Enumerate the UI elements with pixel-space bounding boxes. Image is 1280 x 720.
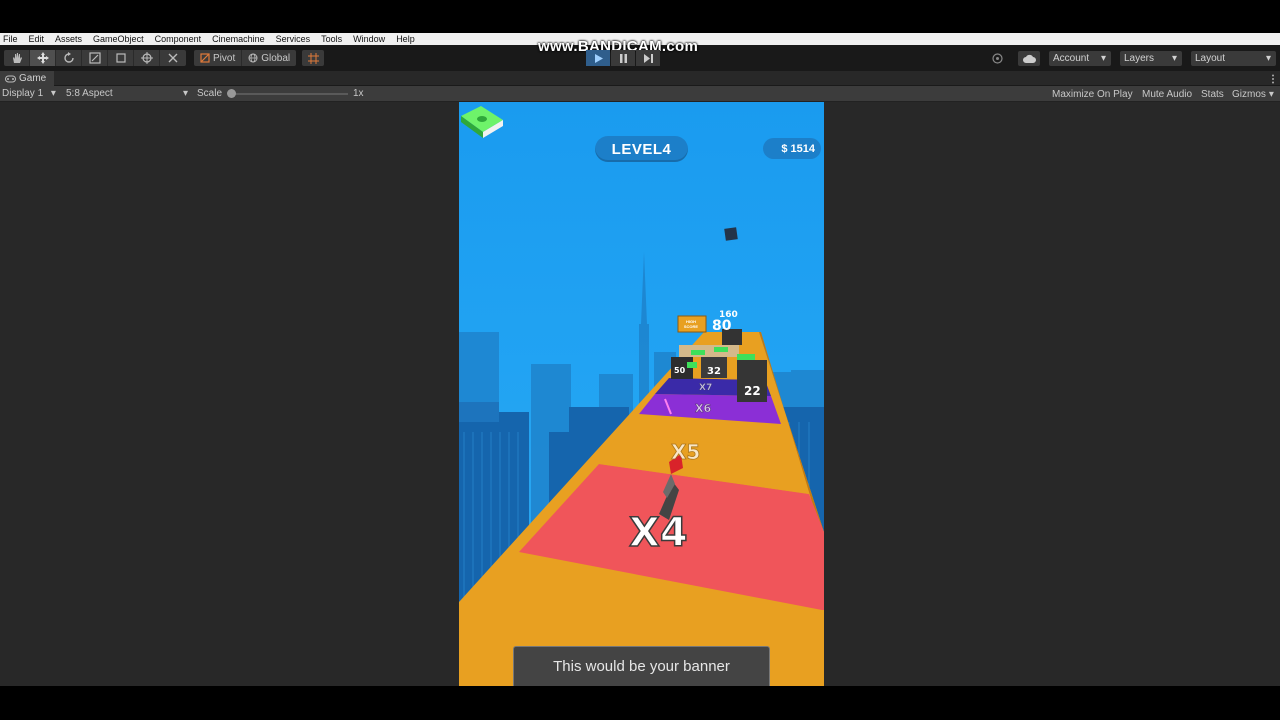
- step-icon: [643, 53, 653, 63]
- cube-value: 80: [712, 318, 732, 334]
- window-tab-bar: Game: [0, 71, 1280, 86]
- money-counter: $ 1514: [763, 138, 821, 159]
- cube-value: 50: [674, 366, 686, 375]
- multiplier-x7: X7: [699, 383, 713, 393]
- rect-tool-button[interactable]: [108, 50, 134, 66]
- collab-icon: [991, 53, 1003, 64]
- transform-tool-button[interactable]: [134, 50, 160, 66]
- chevron-down-icon: ▾: [1268, 88, 1274, 100]
- more-options-icon[interactable]: [1268, 74, 1278, 84]
- menu-edit[interactable]: Edit: [29, 33, 45, 45]
- chevron-down-icon: ▾: [50, 88, 56, 99]
- pause-icon: [619, 53, 627, 63]
- aspect-label: 5:8 Aspect: [66, 88, 113, 99]
- video-letterbox-bottom: [0, 686, 1280, 720]
- move-tool-button[interactable]: [30, 50, 56, 66]
- tab-game-label: Game: [19, 73, 47, 84]
- pause-button[interactable]: [611, 50, 635, 66]
- menu-tools[interactable]: Tools: [321, 33, 342, 45]
- ad-banner[interactable]: This would be your banner: [513, 646, 770, 686]
- game-view[interactable]: LEVEL4 $ 1514 X4 X5 X6 X7 50 32 22 80 16…: [459, 102, 824, 686]
- rect-transform-icon: [115, 53, 126, 63]
- layout-dropdown[interactable]: Layout ▾: [1191, 51, 1276, 66]
- display-dropdown[interactable]: Display 1 ▾: [2, 88, 56, 99]
- transform-tools: [4, 50, 186, 66]
- grid-snap-button[interactable]: [302, 50, 324, 66]
- mute-audio-toggle[interactable]: Mute Audio: [1138, 87, 1196, 101]
- multiplier-x6: X6: [695, 402, 712, 416]
- collab-button[interactable]: [986, 51, 1008, 66]
- multiplier-x5: X5: [671, 440, 701, 465]
- hand-tool-button[interactable]: [4, 50, 30, 66]
- scale-slider-track[interactable]: [232, 93, 348, 95]
- chevron-down-icon: ▾: [1265, 53, 1271, 64]
- account-dropdown[interactable]: Account ▾: [1049, 51, 1111, 66]
- game-view-toolbar: Display 1 ▾ 5:8 Aspect ▾ Scale 1x Maximi…: [0, 86, 1280, 102]
- move-icon: [36, 52, 49, 64]
- scale-label: Scale: [197, 88, 223, 99]
- maximize-on-play-toggle[interactable]: Maximize On Play: [1048, 87, 1137, 101]
- pivot-icon: [200, 53, 210, 63]
- account-label: Account: [1053, 53, 1090, 64]
- gizmos-toggle[interactable]: Gizmos ▾: [1228, 87, 1278, 101]
- layers-label: Layers: [1124, 53, 1155, 64]
- floating-cube: [724, 227, 738, 241]
- play-icon: [594, 53, 603, 63]
- pivot-global-group: Pivot Global: [194, 50, 297, 66]
- display-label: Display 1: [2, 88, 44, 99]
- layout-label: Layout: [1195, 53, 1226, 64]
- playmode-controls: [586, 50, 661, 66]
- custom-tool-button[interactable]: [160, 50, 186, 66]
- pivot-label: Pivot: [213, 52, 236, 64]
- cube-value: 22: [744, 384, 761, 398]
- tab-game[interactable]: Game: [0, 71, 55, 86]
- gizmos-label: Gizmos: [1232, 88, 1266, 100]
- grid-icon: [307, 52, 319, 64]
- global-label: Global: [261, 52, 291, 64]
- transform-icon: [140, 52, 153, 64]
- menu-help[interactable]: Help: [396, 33, 415, 45]
- game-scene: [459, 227, 824, 686]
- pivot-toggle[interactable]: Pivot: [194, 50, 243, 66]
- high-score-sign-label: HIGH SCORE: [683, 319, 699, 329]
- video-letterbox-top: [0, 0, 1280, 33]
- multiplier-x4: X4: [628, 509, 688, 557]
- menu-services[interactable]: Services: [276, 33, 311, 45]
- gamepad-icon: [5, 75, 16, 82]
- menu-file[interactable]: File: [3, 33, 18, 45]
- menu-component[interactable]: Component: [155, 33, 202, 45]
- menu-window[interactable]: Window: [353, 33, 385, 45]
- level-indicator: LEVEL4: [595, 136, 688, 162]
- scale-value: 1x: [353, 88, 364, 99]
- step-button[interactable]: [636, 50, 660, 66]
- aspect-dropdown[interactable]: 5:8 Aspect ▾: [66, 88, 190, 99]
- tools-icon: [168, 53, 178, 63]
- scale-tool-button[interactable]: [82, 50, 108, 66]
- cloud-icon: [1022, 54, 1036, 63]
- chevron-down-icon: ▾: [1171, 53, 1177, 64]
- scale-slider-handle[interactable]: [227, 89, 236, 98]
- cloud-button[interactable]: [1018, 51, 1040, 66]
- stats-toggle[interactable]: Stats: [1197, 87, 1228, 101]
- chevron-down-icon: ▾: [1100, 53, 1106, 64]
- rotate-icon: [63, 52, 74, 63]
- menu-gameobject[interactable]: GameObject: [93, 33, 144, 45]
- globe-icon: [248, 53, 258, 63]
- layers-dropdown[interactable]: Layers ▾: [1120, 51, 1182, 66]
- global-toggle[interactable]: Global: [242, 50, 296, 66]
- menu-cinemachine[interactable]: Cinemachine: [212, 33, 265, 45]
- rotate-tool-button[interactable]: [56, 50, 82, 66]
- chevron-down-icon: ▾: [182, 88, 188, 99]
- scale-icon: [88, 52, 101, 64]
- hand-icon: [12, 53, 22, 63]
- cube-value: 32: [707, 366, 721, 377]
- menu-assets[interactable]: Assets: [55, 33, 82, 45]
- play-button[interactable]: [586, 50, 610, 66]
- cube-value: 160: [719, 310, 738, 320]
- cash-stack-icon: [461, 106, 503, 138]
